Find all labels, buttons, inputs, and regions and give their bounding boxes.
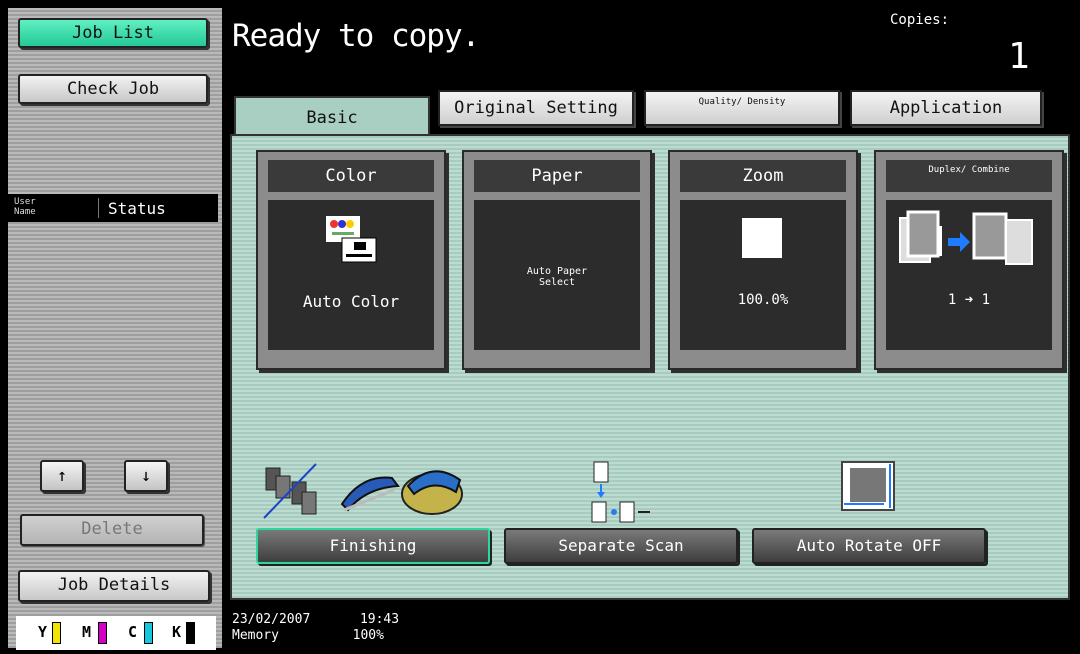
paper-title: Paper: [474, 160, 640, 192]
memory-label: Memory: [232, 628, 279, 643]
toner-k-label: K: [172, 623, 182, 641]
paper-button[interactable]: Paper Auto Paper Select: [462, 150, 652, 370]
duplex-value: 1 ➜ 1: [947, 292, 991, 308]
copies-count: 1: [1008, 36, 1030, 77]
duplex-icon: [899, 210, 1033, 265]
paper-value: Auto Paper Select: [526, 266, 588, 288]
toner-m-bar: [98, 622, 107, 644]
separate-scan-icon: [591, 461, 650, 523]
delete-button[interactable]: Delete: [20, 514, 204, 546]
color-body: Auto Color: [268, 200, 434, 350]
color-title: Color: [268, 160, 434, 192]
scroll-down-button[interactable]: ↓: [124, 460, 168, 492]
memory-value: 100%: [352, 628, 384, 643]
tab-application[interactable]: Application: [850, 90, 1042, 126]
auto-color-icon: [326, 216, 377, 263]
time: 19:43: [359, 612, 400, 627]
zoom-value: 100.0%: [737, 292, 789, 308]
duplex-body: 1 ➜ 1: [886, 200, 1052, 350]
zoom-page-icon: [742, 218, 782, 258]
header-divider: [98, 198, 99, 218]
footer-row-2: Memory 100%: [232, 628, 399, 644]
job-sidebar: Job List Check Job User Name Status ↑ ↓ …: [8, 8, 222, 650]
auto-rotate-button[interactable]: Auto Rotate OFF: [752, 528, 986, 564]
job-list-header: User Name Status: [8, 194, 218, 222]
tab-quality-density[interactable]: Quality/ Density: [644, 90, 840, 126]
toner-m-label: M: [82, 623, 92, 641]
copier-screen: Job List Check Job User Name Status ↑ ↓ …: [0, 0, 1080, 654]
scroll-up-button[interactable]: ↑: [40, 460, 84, 492]
color-value: Auto Color: [302, 292, 400, 311]
paper-body: Auto Paper Select: [474, 200, 640, 350]
footer-row-1: 23/02/2007 19:43: [232, 612, 399, 628]
status-message: Ready to copy.: [232, 18, 480, 54]
finishing-icon: [263, 463, 463, 519]
copies-label: Copies:: [890, 12, 950, 28]
zoom-body: 100.0%: [680, 200, 846, 350]
color-button[interactable]: Color Auto Color: [256, 150, 446, 370]
tab-original-setting[interactable]: Original Setting: [438, 90, 634, 126]
arrow-down-icon: ↓: [140, 466, 152, 486]
separate-scan-button[interactable]: Separate Scan: [504, 528, 738, 564]
toner-c-bar: [144, 622, 153, 644]
finishing-button[interactable]: Finishing: [256, 528, 490, 564]
zoom-button[interactable]: Zoom 100.0%: [668, 150, 858, 370]
toner-level-indicator: Y M C K: [16, 616, 216, 650]
duplex-title: Duplex/ Combine: [886, 160, 1052, 192]
zoom-title: Zoom: [680, 160, 846, 192]
toner-y-label: Y: [38, 623, 48, 641]
auto-rotate-icon: [841, 461, 895, 511]
duplex-combine-button[interactable]: Duplex/ Combine 1 ➜ 1: [874, 150, 1064, 370]
tab-basic[interactable]: Basic: [234, 96, 430, 136]
job-details-button[interactable]: Job Details: [18, 570, 210, 602]
date: 23/02/2007: [232, 612, 311, 627]
job-list-button[interactable]: Job List: [18, 18, 208, 48]
arrow-up-icon: ↑: [56, 466, 68, 486]
toner-y-bar: [52, 622, 61, 644]
status-header: Status: [108, 199, 166, 218]
toner-k-bar: [186, 622, 195, 644]
user-name-header: User Name: [14, 197, 36, 217]
check-job-button[interactable]: Check Job: [18, 74, 208, 104]
footer-status: 23/02/2007 19:43 Memory 100%: [232, 612, 399, 644]
toner-c-label: C: [128, 623, 138, 641]
